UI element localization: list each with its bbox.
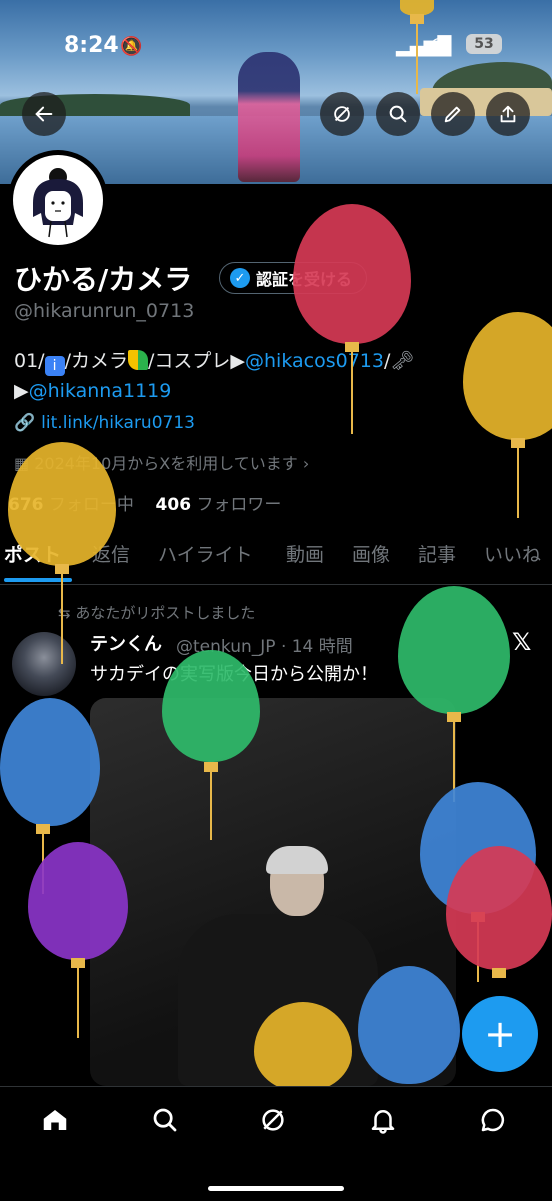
tab-media[interactable]: 画像 xyxy=(352,540,390,567)
tab-articles[interactable]: 記事 xyxy=(418,540,456,567)
search-button[interactable] xyxy=(376,92,420,136)
search-icon xyxy=(389,105,407,123)
edit-button[interactable] xyxy=(431,92,475,136)
silent-bell-icon: 🔕 xyxy=(120,36,143,57)
search-icon xyxy=(153,1108,177,1132)
status-time: 8:24 xyxy=(64,33,119,58)
followers-label: フォロワー xyxy=(196,495,282,515)
battery-icon: 53 xyxy=(466,34,502,54)
compose-button[interactable]: + xyxy=(462,996,538,1072)
repost-indicator: ⇆ あなたがリポストしました xyxy=(58,602,255,623)
share-button[interactable] xyxy=(486,92,530,136)
post-author-avatar[interactable] xyxy=(12,632,76,696)
status-bar: 8:24 🔕 ▂▄▆█ ◠ 53 xyxy=(0,0,552,88)
chat-bubble-icon xyxy=(481,1108,505,1132)
arrow-left-icon xyxy=(35,106,53,122)
home-indicator xyxy=(208,1186,344,1191)
verified-check-icon: ✓ xyxy=(230,268,250,288)
tab-videos[interactable]: 動画 xyxy=(286,540,324,567)
avatar-drawing xyxy=(33,168,83,238)
bell-icon xyxy=(371,1110,395,1134)
grok-button[interactable] xyxy=(320,92,364,136)
link-icon: 🔗 xyxy=(14,413,36,433)
chevron-right-icon: › xyxy=(297,454,310,473)
nav-home[interactable] xyxy=(40,1105,80,1145)
home-icon xyxy=(43,1110,67,1130)
tab-highlights[interactable]: ハイライト xyxy=(158,540,253,567)
back-button[interactable] xyxy=(22,92,66,136)
person-emoji-icon: i xyxy=(44,356,65,376)
bio-text: ▶ xyxy=(14,380,29,402)
bio-mention-link[interactable]: @hikanna1119 xyxy=(29,380,172,402)
plus-icon: + xyxy=(484,1012,516,1056)
post-author-name[interactable]: テンくん xyxy=(90,630,162,656)
nav-notifications[interactable] xyxy=(368,1105,408,1145)
beginner-mark-icon xyxy=(127,350,148,370)
bio-mention-link[interactable]: @hikacos0713 xyxy=(245,350,384,372)
profile-website-link[interactable]: 🔗 lit.link/hikaru0713 xyxy=(14,413,195,433)
bio-text: /コスプレ▶ xyxy=(147,350,245,372)
bio-text: 01/ xyxy=(14,350,45,372)
x-logo-icon: 𝕏 xyxy=(512,628,532,656)
tab-likes[interactable]: いいね xyxy=(484,540,541,567)
pencil-icon xyxy=(444,106,461,123)
website-label: lit.link/hikaru0713 xyxy=(41,413,195,433)
wifi-icon: ◠ xyxy=(430,32,448,56)
profile-handle: @hikarunrun_0713 xyxy=(14,300,195,322)
profile-name: ひかる/カメラ xyxy=(14,263,193,296)
nav-grok[interactable] xyxy=(258,1105,298,1145)
followers-count: 406 xyxy=(155,495,192,515)
avatar[interactable] xyxy=(8,150,108,250)
followers-link[interactable]: 406 フォロワー xyxy=(156,495,282,515)
share-icon xyxy=(500,105,516,123)
bio-text: /カメラ xyxy=(64,350,128,372)
grok-icon xyxy=(262,1109,284,1131)
photo-person-hair xyxy=(266,846,328,874)
repost-label: あなたがリポストしました xyxy=(75,604,256,622)
nav-search[interactable] xyxy=(150,1105,190,1145)
nav-messages[interactable] xyxy=(478,1105,518,1145)
bottom-navigation xyxy=(0,1086,552,1201)
grok-icon xyxy=(334,106,350,122)
key-emoji-icon: 🗝 xyxy=(390,350,415,372)
